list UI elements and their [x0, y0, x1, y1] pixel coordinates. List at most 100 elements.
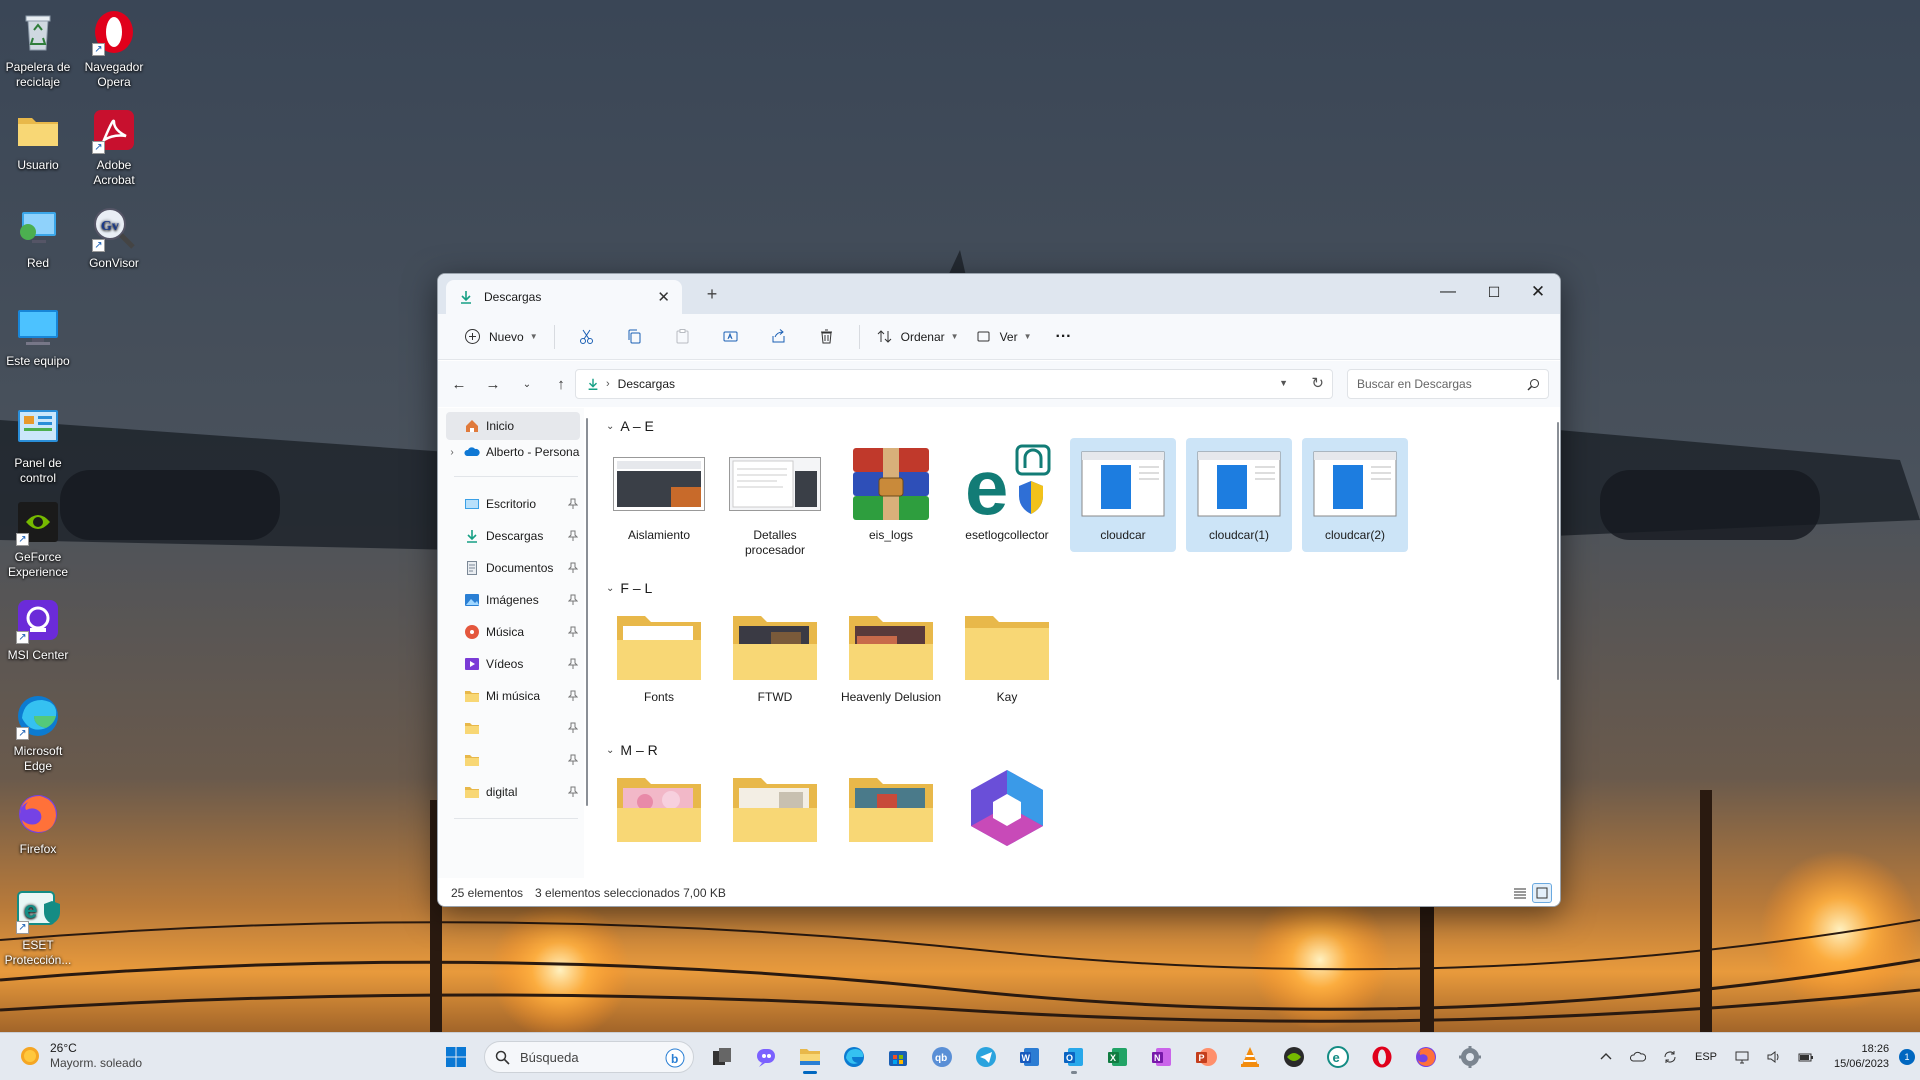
new-tab-button[interactable]: +: [700, 284, 724, 305]
notification-badge[interactable]: 1: [1899, 1049, 1916, 1065]
chevron-down-icon[interactable]: ▼: [1279, 378, 1288, 388]
vlc-app[interactable]: [1228, 1039, 1272, 1075]
qbittorrent-app[interactable]: qb: [920, 1039, 964, 1075]
nav-item-pictures[interactable]: Imágenes: [446, 586, 580, 614]
chevron-right-icon[interactable]: ›: [446, 447, 458, 458]
group-header-a-e[interactable]: ⌄ A – E: [606, 418, 654, 434]
pin-icon[interactable]: [568, 690, 578, 702]
large-icons-view-button[interactable]: [1532, 883, 1552, 903]
nav-item-downloads[interactable]: Descargas: [446, 522, 580, 550]
nav-item-folder[interactable]: [446, 746, 580, 774]
desktop-icon-opera[interactable]: ↗ Navegador Opera: [76, 8, 152, 90]
view-button[interactable]: Ver ▼: [967, 321, 1040, 353]
word-app[interactable]: W: [1008, 1039, 1052, 1075]
file-item-cloudcar-2[interactable]: cloudcar(2): [1302, 438, 1408, 552]
maximize-button[interactable]: ☐: [1472, 278, 1516, 306]
new-button[interactable]: Nuevo ▼: [456, 321, 546, 353]
folder-item[interactable]: [606, 762, 712, 876]
cut-button[interactable]: [563, 321, 611, 353]
nav-item-home[interactable]: Inicio: [446, 412, 580, 440]
chevron-down-icon[interactable]: ⌄: [606, 745, 614, 756]
network-tray[interactable]: [1726, 1039, 1758, 1075]
pin-icon[interactable]: [568, 786, 578, 798]
start-button[interactable]: [434, 1039, 478, 1075]
edge-app[interactable]: [832, 1039, 876, 1075]
close-tab-icon[interactable]: ✕: [657, 288, 670, 306]
nav-item-desktop[interactable]: Escritorio: [446, 490, 580, 518]
desktop-icon-edge[interactable]: ↗ Microsoft Edge: [0, 692, 76, 774]
desktop-icon-gonvisor[interactable]: Gv ↗ GonVisor: [76, 204, 152, 271]
folder-item[interactable]: [722, 762, 828, 876]
search-input[interactable]: [1357, 370, 1518, 398]
rename-button[interactable]: [707, 321, 755, 353]
copy-button[interactable]: [611, 321, 659, 353]
pin-icon[interactable]: [568, 754, 578, 766]
paste-button[interactable]: [659, 321, 707, 353]
desktop-icon-network[interactable]: Red: [0, 204, 76, 271]
file-item-eis-logs[interactable]: eis_logs: [838, 438, 944, 552]
delete-button[interactable]: [803, 321, 851, 353]
pin-icon[interactable]: [568, 562, 578, 574]
store-app[interactable]: [876, 1039, 920, 1075]
group-header-f-l[interactable]: ⌄ F – L: [606, 580, 652, 596]
details-view-icon[interactable]: [1512, 885, 1528, 901]
onedrive-tray[interactable]: [1622, 1039, 1654, 1075]
folder-item-ftwd[interactable]: FTWD: [722, 600, 828, 714]
clock[interactable]: 18:26 15/06/2023: [1834, 1042, 1889, 1072]
back-button[interactable]: ←: [442, 369, 476, 399]
desktop-icon-control-panel[interactable]: Panel de control: [0, 404, 76, 486]
close-window-button[interactable]: ✕: [1516, 278, 1560, 306]
pin-icon[interactable]: [568, 722, 578, 734]
geforce-app[interactable]: [1272, 1039, 1316, 1075]
desktop-icon-acrobat[interactable]: ↗ Adobe Acrobat: [76, 106, 152, 188]
sync-tray[interactable]: [1654, 1039, 1686, 1075]
firefox-app[interactable]: [1404, 1039, 1448, 1075]
desktop-icon-this-pc[interactable]: Este equipo: [0, 302, 76, 369]
scroll-thumb[interactable]: [1557, 422, 1559, 680]
desktop-icon-firefox[interactable]: Firefox: [0, 790, 76, 857]
pin-icon[interactable]: [568, 498, 578, 510]
teams-app[interactable]: [744, 1039, 788, 1075]
group-header-m-r[interactable]: ⌄ M – R: [606, 742, 658, 758]
show-hidden-icons-button[interactable]: [1590, 1039, 1622, 1075]
bing-icon[interactable]: b: [665, 1048, 685, 1068]
file-explorer-window[interactable]: Descargas ✕ + — ☐ ✕ Nuevo ▼ Ordenar ▼ Ve…: [437, 273, 1561, 907]
more-options-button[interactable]: ···: [1048, 321, 1080, 353]
desktop-icon-user[interactable]: Usuario: [0, 106, 76, 173]
recent-locations-button[interactable]: ⌄: [510, 369, 544, 399]
scroll-thumb[interactable]: [586, 418, 588, 806]
pin-icon[interactable]: [568, 626, 578, 638]
nav-item-my-music[interactable]: Mi música: [446, 682, 580, 710]
nav-item-digital[interactable]: digital: [446, 778, 580, 806]
nav-item-music[interactable]: Música: [446, 618, 580, 646]
desktop-icon-msi-center[interactable]: ↗ MSI Center: [0, 596, 76, 663]
opera-app[interactable]: [1360, 1039, 1404, 1075]
settings-app[interactable]: [1448, 1039, 1492, 1075]
powerpoint-app[interactable]: P: [1184, 1039, 1228, 1075]
forward-button[interactable]: →: [476, 369, 510, 399]
chevron-down-icon[interactable]: ⌄: [606, 583, 614, 594]
folder-item-kay[interactable]: Kay: [954, 600, 1060, 714]
folder-item[interactable]: [838, 762, 944, 876]
onenote-app[interactable]: N: [1140, 1039, 1184, 1075]
search-box[interactable]: [1347, 369, 1549, 399]
nav-scrollbar[interactable]: [584, 408, 590, 878]
file-item-esetlogcollector[interactable]: e esetlogcollector: [954, 438, 1060, 552]
folder-item-heavenly-delusion[interactable]: Heavenly Delusion: [838, 600, 944, 714]
minimize-button[interactable]: —: [1426, 278, 1470, 306]
file-view[interactable]: ⌄ A – E Aislamiento Detalles procesador …: [592, 408, 1560, 878]
file-item-detalles-procesador[interactable]: Detalles procesador: [722, 438, 828, 557]
desktop-icon-recycle-bin[interactable]: Papelera de reciclaje: [0, 8, 76, 90]
battery-tray[interactable]: [1790, 1039, 1822, 1075]
breadcrumb-downloads[interactable]: Descargas: [618, 377, 675, 391]
language-indicator[interactable]: ESP: [1686, 1051, 1726, 1063]
weather-widget[interactable]: 26°C Mayorm. soleado: [18, 1041, 142, 1071]
pin-icon[interactable]: [568, 594, 578, 606]
folder-item-fonts[interactable]: A Fonts: [606, 600, 712, 714]
tab-downloads[interactable]: Descargas ✕: [446, 280, 682, 314]
content-scrollbar[interactable]: [1554, 408, 1560, 878]
address-bar[interactable]: › Descargas ▼ ↻: [575, 369, 1333, 399]
outlook-app[interactable]: O: [1052, 1039, 1096, 1075]
pin-icon[interactable]: [568, 658, 578, 670]
excel-app[interactable]: X: [1096, 1039, 1140, 1075]
